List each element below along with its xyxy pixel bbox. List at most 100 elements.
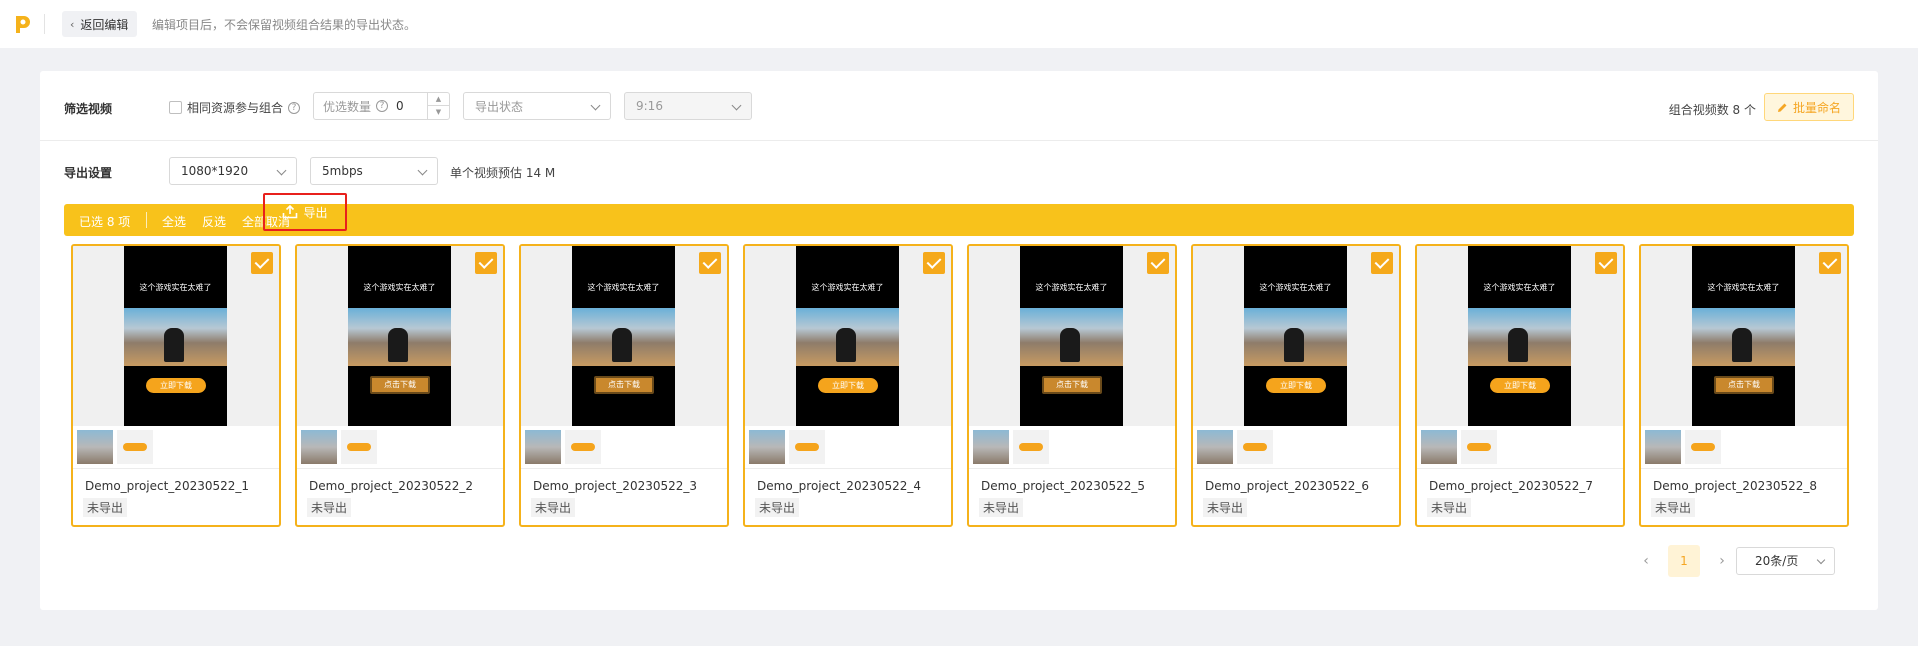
clip-thumbnails — [1197, 430, 1273, 464]
divider — [1193, 468, 1399, 469]
prev-page-button[interactable]: ‹ — [1636, 545, 1656, 577]
download-cta: 点击下载 — [370, 376, 430, 394]
video-caption: 这个游戏实在太难了 — [139, 283, 212, 292]
checkmark-icon[interactable] — [1371, 252, 1393, 274]
video-preview[interactable]: 这个游戏实在太难了 点击下载 — [969, 246, 1175, 426]
video-caption: 这个游戏实在太难了 — [811, 283, 884, 292]
clip-thumbnail[interactable] — [565, 430, 601, 464]
checkmark-icon[interactable] — [1595, 252, 1617, 274]
video-frame: 这个游戏实在太难了 点击下载 — [1692, 246, 1795, 426]
same-resource-checkbox[interactable]: 相同资源参与组合 ? — [169, 99, 301, 116]
back-label: 返回编辑 — [80, 17, 129, 32]
presenter-image — [1060, 328, 1080, 362]
video-preview[interactable]: 这个游戏实在太难了 立即下载 — [1193, 246, 1399, 426]
checkmark-icon[interactable] — [699, 252, 721, 274]
clip-thumbnails — [77, 430, 153, 464]
video-card[interactable]: 这个游戏实在太难了 点击下载 Demo_project_20230522_5 未… — [967, 244, 1177, 527]
next-page-button[interactable]: › — [1712, 545, 1732, 577]
video-frame: 这个游戏实在太难了 立即下载 — [796, 246, 899, 426]
export-status-badge: 未导出 — [1427, 498, 1472, 517]
download-cta: 点击下载 — [594, 376, 654, 394]
divider — [521, 468, 727, 469]
video-caption: 这个游戏实在太难了 — [363, 283, 436, 292]
video-preview[interactable]: 这个游戏实在太难了 立即下载 — [745, 246, 951, 426]
back-to-edit-button[interactable]: ‹ 返回编辑 — [62, 11, 138, 37]
clip-thumbnail[interactable] — [525, 430, 561, 464]
checkmark-icon[interactable] — [1819, 252, 1841, 274]
clip-thumbnail[interactable] — [301, 430, 337, 464]
chevron-left-icon: ‹ — [70, 17, 75, 31]
video-preview[interactable]: 这个游戏实在太难了 点击下载 — [1641, 246, 1847, 426]
divider — [44, 14, 45, 34]
combo-count-text: 组合视频数 8 个 — [1668, 103, 1756, 117]
divider — [1641, 468, 1847, 469]
stepper-arrows[interactable]: ▲ ▼ — [427, 93, 449, 119]
presenter-image — [1732, 328, 1752, 362]
clip-thumbnail[interactable] — [749, 430, 785, 464]
video-card[interactable]: 这个游戏实在太难了 点击下载 Demo_project_20230522_2 未… — [295, 244, 505, 527]
clip-thumbnail[interactable] — [1237, 430, 1273, 464]
divider — [73, 468, 279, 469]
clip-thumbnail[interactable] — [1461, 430, 1497, 464]
clip-thumbnail[interactable] — [1197, 430, 1233, 464]
video-caption: 这个游戏实在太难了 — [587, 283, 660, 292]
clip-thumbnail[interactable] — [341, 430, 377, 464]
clip-thumbnail[interactable] — [117, 430, 153, 464]
clip-thumbnail[interactable] — [789, 430, 825, 464]
top-bar: ‹ 返回编辑 编辑项目后，不会保留视频组合结果的导出状态。 — [0, 0, 1918, 48]
resolution-select[interactable]: 1080*1920 — [169, 157, 297, 185]
decrement-icon[interactable]: ▼ — [428, 106, 449, 119]
pencil-icon — [1777, 103, 1787, 112]
divider — [146, 212, 147, 228]
select-all-button[interactable]: 全选 — [162, 213, 186, 230]
presenter-image — [836, 328, 856, 362]
help-icon[interactable]: ? — [376, 100, 389, 112]
video-card[interactable]: 这个游戏实在太难了 立即下载 Demo_project_20230522_6 未… — [1191, 244, 1401, 527]
clip-thumbnail[interactable] — [1685, 430, 1721, 464]
filter-label: 筛选视频 — [64, 102, 113, 116]
checkmark-icon[interactable] — [1147, 252, 1169, 274]
divider — [745, 468, 951, 469]
download-cta: 立即下载 — [146, 378, 206, 393]
checkbox-box[interactable] — [169, 101, 182, 114]
chevron-down-icon — [276, 165, 287, 176]
video-card[interactable]: 这个游戏实在太难了 立即下载 Demo_project_20230522_7 未… — [1415, 244, 1625, 527]
video-preview[interactable]: 这个游戏实在太难了 立即下载 — [73, 246, 279, 426]
video-frame: 这个游戏实在太难了 立即下载 — [124, 246, 227, 426]
video-name: Demo_project_20230522_1 — [85, 479, 250, 493]
increment-icon[interactable]: ▲ — [428, 93, 449, 106]
clip-thumbnail[interactable] — [77, 430, 113, 464]
page-number-current[interactable]: 1 — [1668, 545, 1700, 577]
export-button[interactable]: 导出 — [263, 193, 347, 231]
batch-rename-button[interactable]: 批量命名 — [1764, 93, 1854, 121]
export-status-select[interactable]: 导出状态 — [463, 92, 611, 120]
video-preview[interactable]: 这个游戏实在太难了 立即下载 — [1417, 246, 1623, 426]
page-size-select[interactable]: 20条/页 — [1736, 547, 1835, 575]
video-name: Demo_project_20230522_5 — [981, 479, 1146, 493]
clip-thumbnails — [973, 430, 1049, 464]
chevron-down-icon — [417, 165, 428, 176]
checkmark-icon[interactable] — [251, 252, 273, 274]
video-card[interactable]: 这个游戏实在太难了 点击下载 Demo_project_20230522_3 未… — [519, 244, 729, 527]
video-card[interactable]: 这个游戏实在太难了 立即下载 Demo_project_20230522_1 未… — [71, 244, 281, 527]
clip-thumbnail[interactable] — [1421, 430, 1457, 464]
video-name: Demo_project_20230522_2 — [309, 479, 474, 493]
video-preview[interactable]: 这个游戏实在太难了 点击下载 — [521, 246, 727, 426]
video-frame: 这个游戏实在太难了 点击下载 — [572, 246, 675, 426]
clip-thumbnail[interactable] — [973, 430, 1009, 464]
bitrate-select[interactable]: 5mbps — [310, 157, 438, 185]
download-cta: 立即下载 — [1266, 378, 1326, 393]
priority-value[interactable]: 0 — [388, 99, 428, 113]
video-card[interactable]: 这个游戏实在太难了 立即下载 Demo_project_20230522_4 未… — [743, 244, 953, 527]
clip-thumbnail[interactable] — [1013, 430, 1049, 464]
clip-thumbnail[interactable] — [1645, 430, 1681, 464]
batch-rename-label: 批量命名 — [1792, 100, 1841, 115]
priority-count-stepper[interactable]: 优选数量 ? 0 ▲ ▼ — [313, 92, 450, 120]
video-preview[interactable]: 这个游戏实在太难了 点击下载 — [297, 246, 503, 426]
invert-selection-button[interactable]: 反选 — [202, 213, 226, 230]
video-card[interactable]: 这个游戏实在太难了 点击下载 Demo_project_20230522_8 未… — [1639, 244, 1849, 527]
presenter-image — [1508, 328, 1528, 362]
help-icon[interactable]: ? — [288, 101, 301, 114]
checkmark-icon[interactable] — [923, 252, 945, 274]
checkmark-icon[interactable] — [475, 252, 497, 274]
